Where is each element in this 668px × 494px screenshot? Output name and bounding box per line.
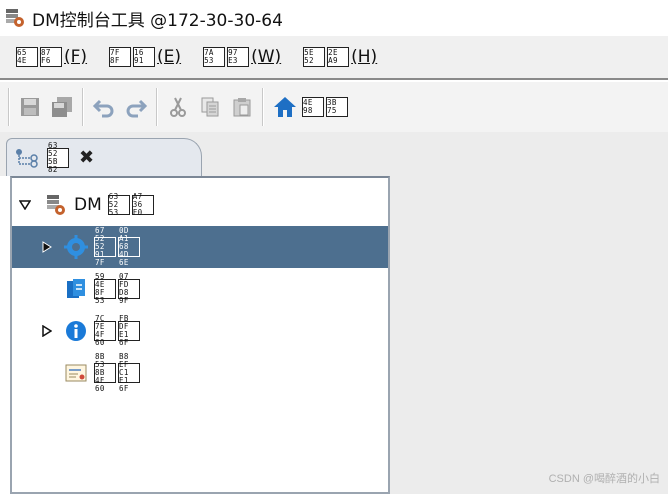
- tree-root-glyph-1: 63 52 53: [107, 193, 130, 217]
- object-tree-panel: DM 63 52 53 A7 36 F0 67 52 52 91 7F 0D A…: [10, 176, 390, 494]
- tree-backup-glyph-2: 07 FD D8 9F: [118, 273, 140, 305]
- menu-bar: 65 4E 87 F6 (F) 7F 8F 16 91 (E) 7A 53 97…: [0, 36, 668, 80]
- toolbar-separator: [8, 88, 10, 126]
- tree-root-prefix: DM: [74, 195, 102, 215]
- tree-root-label: DM 63 52 53 A7 36 F0: [74, 193, 156, 217]
- tree-view-icon: [16, 148, 38, 168]
- gear-icon: [64, 235, 88, 259]
- tree-system-info-glyph-2: FB DF E1 6F: [118, 315, 140, 347]
- tree-row-backup[interactable]: 59 4E 8F 53 07 FD D8 9F: [12, 268, 388, 310]
- menu-help[interactable]: 5E 52 2E A9 (H): [303, 47, 377, 67]
- cut-icon: [170, 97, 186, 117]
- copy-button[interactable]: [194, 91, 226, 123]
- menu-file-mnemonic: (F): [64, 47, 88, 67]
- home-glyph-1: 4E 98: [302, 97, 324, 117]
- menu-edit-glyph-2: 16 91: [133, 47, 156, 67]
- backup-icon: [64, 277, 88, 301]
- menu-file-glyph-1: 65 4E: [16, 47, 38, 67]
- menu-file-glyph-2: 87 F6: [40, 47, 62, 67]
- expand-triangle-icon[interactable]: [40, 324, 54, 338]
- tree-license-info-label: 8B 53 8B 4F 60 B8 EF C1 E1 6F: [94, 353, 142, 393]
- menu-window-mnemonic: (W): [251, 47, 282, 67]
- menu-help-glyph-2: 2E A9: [327, 47, 350, 67]
- toolbar: 4E 98 3B 75: [0, 82, 668, 132]
- expand-triangle-icon[interactable]: [40, 240, 54, 254]
- close-icon[interactable]: ✖: [79, 147, 94, 168]
- tree-backup-label: 59 4E 8F 53 07 FD D8 9F: [94, 273, 142, 305]
- tree-license-info-glyph-2: B8 EF C1 E1 6F: [118, 353, 140, 393]
- dm-console-icon: [44, 193, 68, 217]
- menu-help-mnemonic: (H): [351, 47, 378, 67]
- save-icon: [21, 98, 39, 116]
- menu-edit[interactable]: 7F 8F 16 91 (E): [109, 47, 181, 67]
- tab-object-navigator[interactable]: 63 52 5B 82 ✖: [6, 138, 202, 176]
- toolbar-separator: [262, 88, 264, 126]
- tree-root-glyph-2: A7 36 F0: [131, 193, 154, 217]
- menu-help-glyph-1: 5E 52: [303, 47, 326, 67]
- tree-row-license-info[interactable]: 8B 53 8B 4F 60 B8 EF C1 E1 6F: [12, 352, 388, 394]
- save-all-icon: [52, 97, 72, 117]
- home-glyph-2: 3B 75: [326, 97, 348, 117]
- copy-icon: [201, 97, 219, 117]
- info-icon: [64, 319, 88, 343]
- menu-window-glyph-2: 97 E3: [227, 47, 250, 67]
- paste-button[interactable]: [226, 91, 258, 123]
- undo-icon: [92, 99, 114, 118]
- tree-service-glyph-1: 67 52 52 91 7F: [94, 227, 116, 267]
- tree-system-info-glyph-1: 7C 7E 4F 60: [94, 315, 116, 347]
- window-title: DM控制台工具 @172-30-30-64: [32, 10, 283, 31]
- save-button[interactable]: [14, 91, 46, 123]
- save-all-button[interactable]: [46, 91, 78, 123]
- tree-system-info-label: 7C 7E 4F 60 FB DF E1 6F: [94, 315, 142, 347]
- toolbar-separator: [156, 88, 158, 126]
- tree-row-root[interactable]: DM 63 52 53 A7 36 F0: [12, 184, 388, 226]
- redo-icon: [126, 99, 148, 118]
- undo-button[interactable]: [88, 91, 120, 123]
- menu-window[interactable]: 7A 53 97 E3 (W): [203, 47, 281, 67]
- collapse-triangle-icon[interactable]: [18, 198, 32, 212]
- tree-backup-glyph-1: 59 4E 8F 53: [94, 273, 116, 305]
- toolbar-separator: [82, 88, 84, 126]
- tree-service-label: 67 52 52 91 7F 0D A1 68 4D 6E: [94, 227, 142, 267]
- license-icon: [64, 361, 88, 385]
- tree-row-service[interactable]: 67 52 52 91 7F 0D A1 68 4D 6E: [12, 226, 388, 268]
- menu-window-glyph-1: 7A 53: [203, 47, 226, 67]
- cut-button[interactable]: [162, 91, 194, 123]
- menu-edit-mnemonic: (E): [157, 47, 182, 67]
- tree-row-system-info[interactable]: 7C 7E 4F 60 FB DF E1 6F: [12, 310, 388, 352]
- menu-file[interactable]: 65 4E 87 F6 (F): [16, 47, 87, 67]
- redo-button[interactable]: [120, 91, 152, 123]
- home-button[interactable]: 4E 98 3B 75: [272, 95, 350, 119]
- tree-license-info-glyph-1: 8B 53 8B 4F 60: [94, 353, 116, 393]
- home-icon: [274, 97, 296, 117]
- paste-icon: [233, 98, 251, 117]
- window-titlebar: DM控制台工具 @172-30-30-64: [0, 0, 668, 36]
- menu-edit-glyph-1: 7F 8F: [109, 47, 132, 67]
- tree-service-glyph-2: 0D A1 68 4D 6E: [118, 227, 140, 267]
- watermark: CSDN @喝醉酒的小白: [548, 473, 660, 485]
- view-tab-strip: 63 52 5B 82 ✖: [0, 132, 668, 176]
- editor-area: [390, 176, 668, 494]
- tab-glyph-1: 63 52 5B 82: [47, 141, 69, 173]
- dm-console-icon: [6, 9, 24, 27]
